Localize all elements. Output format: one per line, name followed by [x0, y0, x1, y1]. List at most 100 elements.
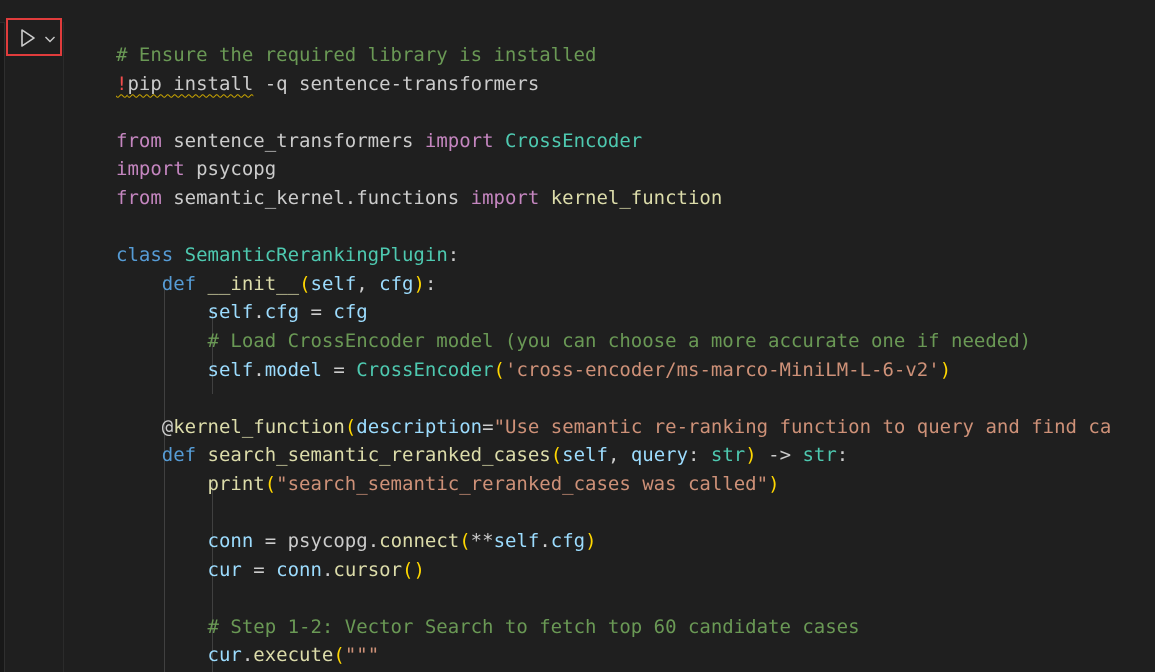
code-token: (: [459, 530, 471, 553]
code-editor[interactable]: # Ensure the required library is install…: [116, 41, 1111, 670]
code-token: pip install: [127, 72, 254, 95]
code-token: conn: [207, 530, 254, 553]
code-line[interactable]: class SemanticRerankingPlugin:: [116, 241, 1111, 270]
notebook-editor: # Ensure the required library is install…: [0, 0, 1155, 672]
code-token: :: [424, 272, 437, 295]
code-token: kernel_function: [173, 415, 345, 438]
code-token: model: [264, 358, 322, 381]
code-token: .: [367, 530, 380, 553]
play-icon[interactable]: [18, 27, 38, 49]
code-token: cfg: [379, 272, 414, 295]
code-token: !: [116, 72, 128, 95]
code-token: **: [470, 530, 494, 553]
code-token: """: [344, 644, 380, 667]
code-token: :: [688, 444, 711, 467]
code-token: description: [356, 415, 483, 438]
code-token: (: [550, 444, 563, 467]
code-token: class: [116, 244, 174, 267]
code-line[interactable]: ​: [116, 499, 1111, 528]
code-line[interactable]: conn = psycopg.connect(**self.cfg): [116, 527, 1111, 556]
code-token: (: [333, 644, 345, 667]
code-token: def: [161, 444, 197, 467]
code-token: .: [253, 301, 265, 324]
code-line[interactable]: # Load CrossEncoder model (you can choos…: [116, 327, 1111, 356]
code-token: connect: [379, 530, 460, 553]
code-line[interactable]: from sentence_transformers import CrossE…: [116, 127, 1111, 156]
code-token: ): [585, 530, 597, 553]
code-line[interactable]: self.model = CrossEncoder('cross-encoder…: [116, 356, 1111, 385]
code-line[interactable]: ​: [116, 98, 1111, 127]
code-token: def: [161, 272, 197, 295]
code-token: str: [710, 444, 746, 467]
code-token: ,: [607, 444, 631, 467]
code-token: =: [321, 358, 357, 381]
code-line[interactable]: ​: [116, 384, 1111, 413]
code-token: sentence_transformers: [161, 129, 425, 152]
code-line[interactable]: print("search_semantic_reranked_cases wa…: [116, 470, 1111, 499]
code-token: cfg: [550, 530, 586, 553]
code-token: cur: [207, 644, 242, 667]
code-line[interactable]: cur = conn.cursor(): [116, 556, 1111, 585]
code-line[interactable]: # Step 1-2: Vector Search to fetch top 6…: [116, 613, 1111, 642]
code-token: self: [207, 358, 254, 381]
code-token: query: [630, 444, 689, 467]
code-token: "search_semantic_reranked_cases was call…: [276, 472, 769, 495]
code-line[interactable]: def __init__(self, cfg):: [116, 270, 1111, 299]
code-token: "Use semantic re-ranking function to que…: [493, 415, 1112, 438]
run-button-highlight: [6, 18, 62, 56]
code-token: from: [116, 129, 162, 152]
code-token: .: [539, 530, 551, 553]
code-token: import: [470, 186, 540, 209]
code-token: 'cross-encoder/ms-marco-MiniLM-L-6-v2': [505, 358, 940, 381]
code-token: ): [768, 472, 780, 495]
code-token: __init__: [207, 272, 300, 295]
code-line[interactable]: # Ensure the required library is install…: [116, 41, 1111, 70]
code-line[interactable]: @kernel_function(description="Use semant…: [116, 413, 1112, 442]
code-token: .: [253, 358, 265, 381]
code-token: # Step 1-2: Vector Search to fetch top 6…: [207, 615, 860, 638]
code-token: ): [413, 558, 425, 581]
chevron-down-icon[interactable]: [43, 31, 57, 45]
code-token: import: [424, 129, 494, 152]
code-token: =: [241, 558, 277, 581]
code-token: @: [161, 415, 174, 438]
code-token: -q sentence-transformers: [253, 72, 540, 95]
code-line[interactable]: self.cfg = cfg: [116, 298, 1111, 327]
code-token: cursor: [333, 558, 403, 581]
code-token: psycopg: [184, 158, 277, 181]
code-token: ): [939, 358, 952, 381]
code-token: :: [836, 444, 849, 467]
code-token: search_semantic_reranked_cases: [207, 444, 551, 467]
code-line[interactable]: ​: [116, 584, 1111, 613]
code-line[interactable]: def search_semantic_reranked_cases(self,…: [116, 441, 1111, 470]
code-token: print: [207, 472, 265, 495]
code-token: =: [253, 530, 288, 553]
code-token: ,: [356, 272, 380, 295]
code-token: from: [116, 186, 162, 209]
code-line[interactable]: ​: [116, 213, 1111, 242]
code-cell[interactable]: # Ensure the required library is install…: [4, 18, 1155, 672]
code-token: ->: [756, 444, 803, 467]
code-line[interactable]: import psycopg: [116, 155, 1111, 184]
code-token: conn: [276, 558, 322, 581]
code-token: SemanticRerankingPlugin: [184, 244, 448, 267]
code-token: semantic_kernel.functions: [161, 186, 471, 209]
cell-gutter: [5, 18, 64, 672]
code-token: self: [562, 444, 608, 467]
code-token: :: [447, 244, 460, 267]
code-line[interactable]: cur.execute(""": [116, 641, 1111, 670]
code-line[interactable]: !pip install -q sentence-transformers: [116, 70, 1111, 99]
code-token: CrossEncoder: [356, 358, 494, 381]
code-token: =: [299, 301, 334, 324]
code-token: # Ensure the required library is install…: [116, 44, 597, 66]
code-line[interactable]: from semantic_kernel.functions import ke…: [116, 184, 1111, 213]
